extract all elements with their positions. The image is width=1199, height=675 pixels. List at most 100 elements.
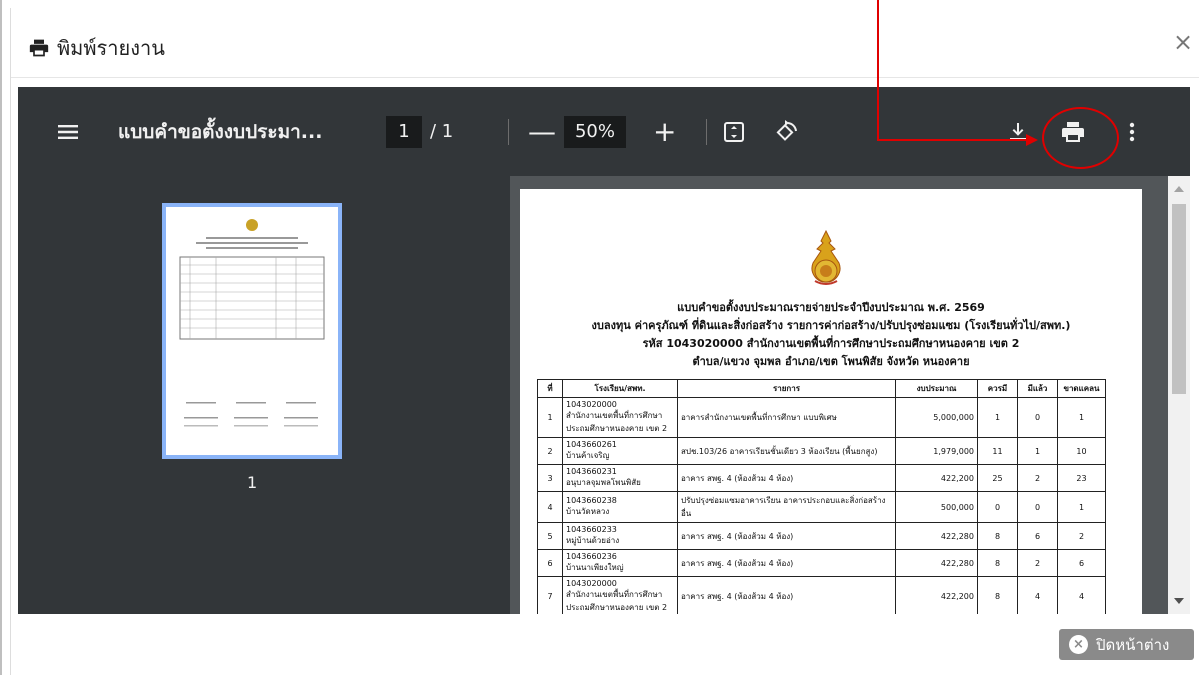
table-row: 3 1043660231 อนุบาลจุมพลโพนพิสัย อาคาร สพฐ.… (537, 464, 1106, 492)
zoom-input[interactable]: 50% (564, 115, 626, 148)
table-row: 4 1043660238 บ้านวัดหลวง ปรับปรุงซ่อมแซมอาค… (537, 491, 1106, 523)
close-icon[interactable]: × (1171, 30, 1195, 54)
pdf-page: แบบคำขอตั้งงบประมาณรายจ่ายประจำปีงบประมา… (520, 189, 1142, 614)
table-cell: 4 (537, 491, 563, 523)
thumbnail-preview (179, 219, 325, 427)
table-cell: 2 (537, 437, 563, 465)
table-cell: 6 (1057, 549, 1106, 577)
table-row: 5 1043660233 หมู่บ้านด้วยอ่าง อาคาร สพฐ. 4 … (537, 522, 1106, 550)
page: พิมพ์รายงาน × แบบคำขอตั้งงบประมา... 1 / … (0, 0, 1199, 675)
school-name: บ้านนาเพียงใหญ่ (566, 563, 624, 572)
school-name: สำนักงานเขตพื้นที่การศึกษาประถมศึกษาหนอง… (566, 411, 668, 433)
table-cell: 3 (537, 464, 563, 492)
table-cell: 0 (977, 491, 1018, 523)
background-edge (0, 0, 2, 675)
table-cell: 422,280 (895, 522, 978, 550)
scroll-thumb[interactable] (1172, 204, 1186, 394)
budget-table: ที่ โรงเรียน/สพท. รายการ งบประมาณ ควรมี … (537, 379, 1106, 614)
table-cell: 8 (977, 522, 1018, 550)
school-emblem (811, 229, 841, 285)
table-cell: 7 (537, 576, 563, 614)
heading-line: ตำบล/แขวง จุมพล อำเภอ/เขต โพนพิสัย จังหว… (692, 355, 970, 368)
school-name: สำนักงานเขตพื้นที่การศึกษาประถมศึกษาหนอง… (566, 590, 668, 612)
school-code: 1043020000 (566, 400, 617, 409)
table-cell: 1043660233 หมู่บ้านด้วยอ่าง (562, 522, 678, 550)
table-cell: 2 (1057, 522, 1106, 550)
annotation-arrowhead (1026, 134, 1038, 146)
table-cell: 1043020000 สำนักงานเขตพื้นที่การศึกษาประถ… (562, 576, 678, 614)
school-name: บ้านค้าเจริญ (566, 451, 610, 460)
more-vert-icon[interactable] (1120, 87, 1144, 176)
heading-line: แบบคำขอตั้งงบประมาณรายจ่ายประจำปีงบประมา… (677, 301, 985, 314)
printer-icon (29, 39, 49, 57)
school-code: 1043660236 (566, 552, 617, 561)
school-name: อนุบาลจุมพลโพนพิสัย (566, 478, 641, 487)
table-cell: 25 (977, 464, 1018, 492)
table-cell: 10 (1057, 437, 1106, 465)
table-cell: 5 (537, 522, 563, 550)
annotation-arrow-line (877, 139, 1027, 141)
school-code: 1043660231 (566, 467, 617, 476)
table-cell: 8 (977, 576, 1018, 614)
column-header: ขาดแคลน (1057, 379, 1106, 398)
table-cell: 1 (1057, 397, 1106, 438)
rotate-icon[interactable] (774, 87, 798, 176)
zoom-level: 50% (564, 87, 626, 176)
pdf-viewer: แบบคำขอตั้งงบประมา... 1 / 1 — 50% + 1 แบ… (18, 87, 1190, 614)
table-cell: อาคาร สพฐ. 4 (ห้องส้วม 4 ห้อง) (677, 464, 896, 492)
menu-icon[interactable] (56, 87, 80, 176)
table-cell: 1043660261 บ้านค้าเจริญ (562, 437, 678, 465)
page-number-input[interactable]: 1 (386, 115, 422, 148)
document-heading: แบบคำขอตั้งงบประมาณรายจ่ายประจำปีงบประมา… (520, 299, 1142, 371)
table-cell: 1 (537, 397, 563, 438)
modal-title-text: พิมพ์รายงาน (57, 36, 165, 60)
thumbnail-page-number: 1 (247, 473, 258, 492)
toolbar-divider (706, 119, 707, 145)
zoom-out-button[interactable]: — (528, 87, 556, 176)
school-code: 1043660261 (566, 440, 617, 449)
annotation-circle (1042, 107, 1119, 169)
page-total: / 1 (430, 121, 454, 142)
table-body: 1 1043020000 สำนักงานเขตพื้นที่การศึกษาประ… (537, 397, 1106, 614)
document-title: แบบคำขอตั้งงบประมา... (118, 120, 323, 143)
table-cell: 2 (1017, 464, 1058, 492)
column-header: โรงเรียน/สพท. (562, 379, 678, 398)
fit-page-icon[interactable] (722, 87, 746, 176)
table-cell: 0 (1017, 397, 1058, 438)
table-row: 7 1043020000 สำนักงานเขตพื้นที่การศึกษาประ… (537, 576, 1106, 614)
download-icon[interactable] (1006, 87, 1030, 176)
table-cell: 23 (1057, 464, 1106, 492)
table-cell: 1,979,000 (895, 437, 978, 465)
table-cell: อาคารสำนักงานเขตพื้นที่การศึกษา แบบพิเศษ (677, 397, 896, 438)
table-row: 1 1043020000 สำนักงานเขตพื้นที่การศึกษาประ… (537, 397, 1106, 438)
table-cell: อาคาร สพฐ. 4 (ห้องส้วม 4 ห้อง) (677, 549, 896, 577)
school-code: 1043020000 (566, 579, 617, 588)
close-window-button[interactable]: × ปิดหน้าต่าง (1059, 629, 1194, 660)
toolbar-divider (508, 119, 509, 145)
table-header-row: ที่ โรงเรียน/สพท. รายการ งบประมาณ ควรมี … (537, 379, 1106, 398)
heading-line: รหัส 1043020000 สำนักงานเขตพื้นที่การศึก… (642, 337, 1020, 350)
school-name: หมู่บ้านด้วยอ่าง (566, 536, 620, 545)
table-cell: 0 (1017, 491, 1058, 523)
table-cell: 1 (1057, 491, 1106, 523)
table-cell: 1043660236 บ้านนาเพียงใหญ่ (562, 549, 678, 577)
table-cell: 11 (977, 437, 1018, 465)
scrollbar[interactable] (1168, 176, 1190, 614)
table-cell: 8 (977, 549, 1018, 577)
scroll-up-arrow-icon[interactable] (1174, 186, 1184, 192)
modal-title: พิมพ์รายงาน (29, 32, 165, 64)
table-cell: 422,280 (895, 549, 978, 577)
column-header: มีแล้ว (1017, 379, 1058, 398)
column-header: งบประมาณ (895, 379, 978, 398)
scroll-down-arrow-icon[interactable] (1174, 598, 1184, 604)
thumbnail-sidebar: 1 (18, 176, 510, 614)
page-thumbnail[interactable] (162, 203, 342, 459)
school-code: 1043660238 (566, 496, 617, 505)
table-cell: 4 (1057, 576, 1106, 614)
table-cell: 4 (1017, 576, 1058, 614)
table-cell: 1 (1017, 437, 1058, 465)
column-header: ที่ (537, 379, 563, 398)
table-cell: 2 (1017, 549, 1058, 577)
close-window-label: ปิดหน้าต่าง (1096, 635, 1170, 654)
zoom-in-button[interactable]: + (653, 87, 676, 176)
